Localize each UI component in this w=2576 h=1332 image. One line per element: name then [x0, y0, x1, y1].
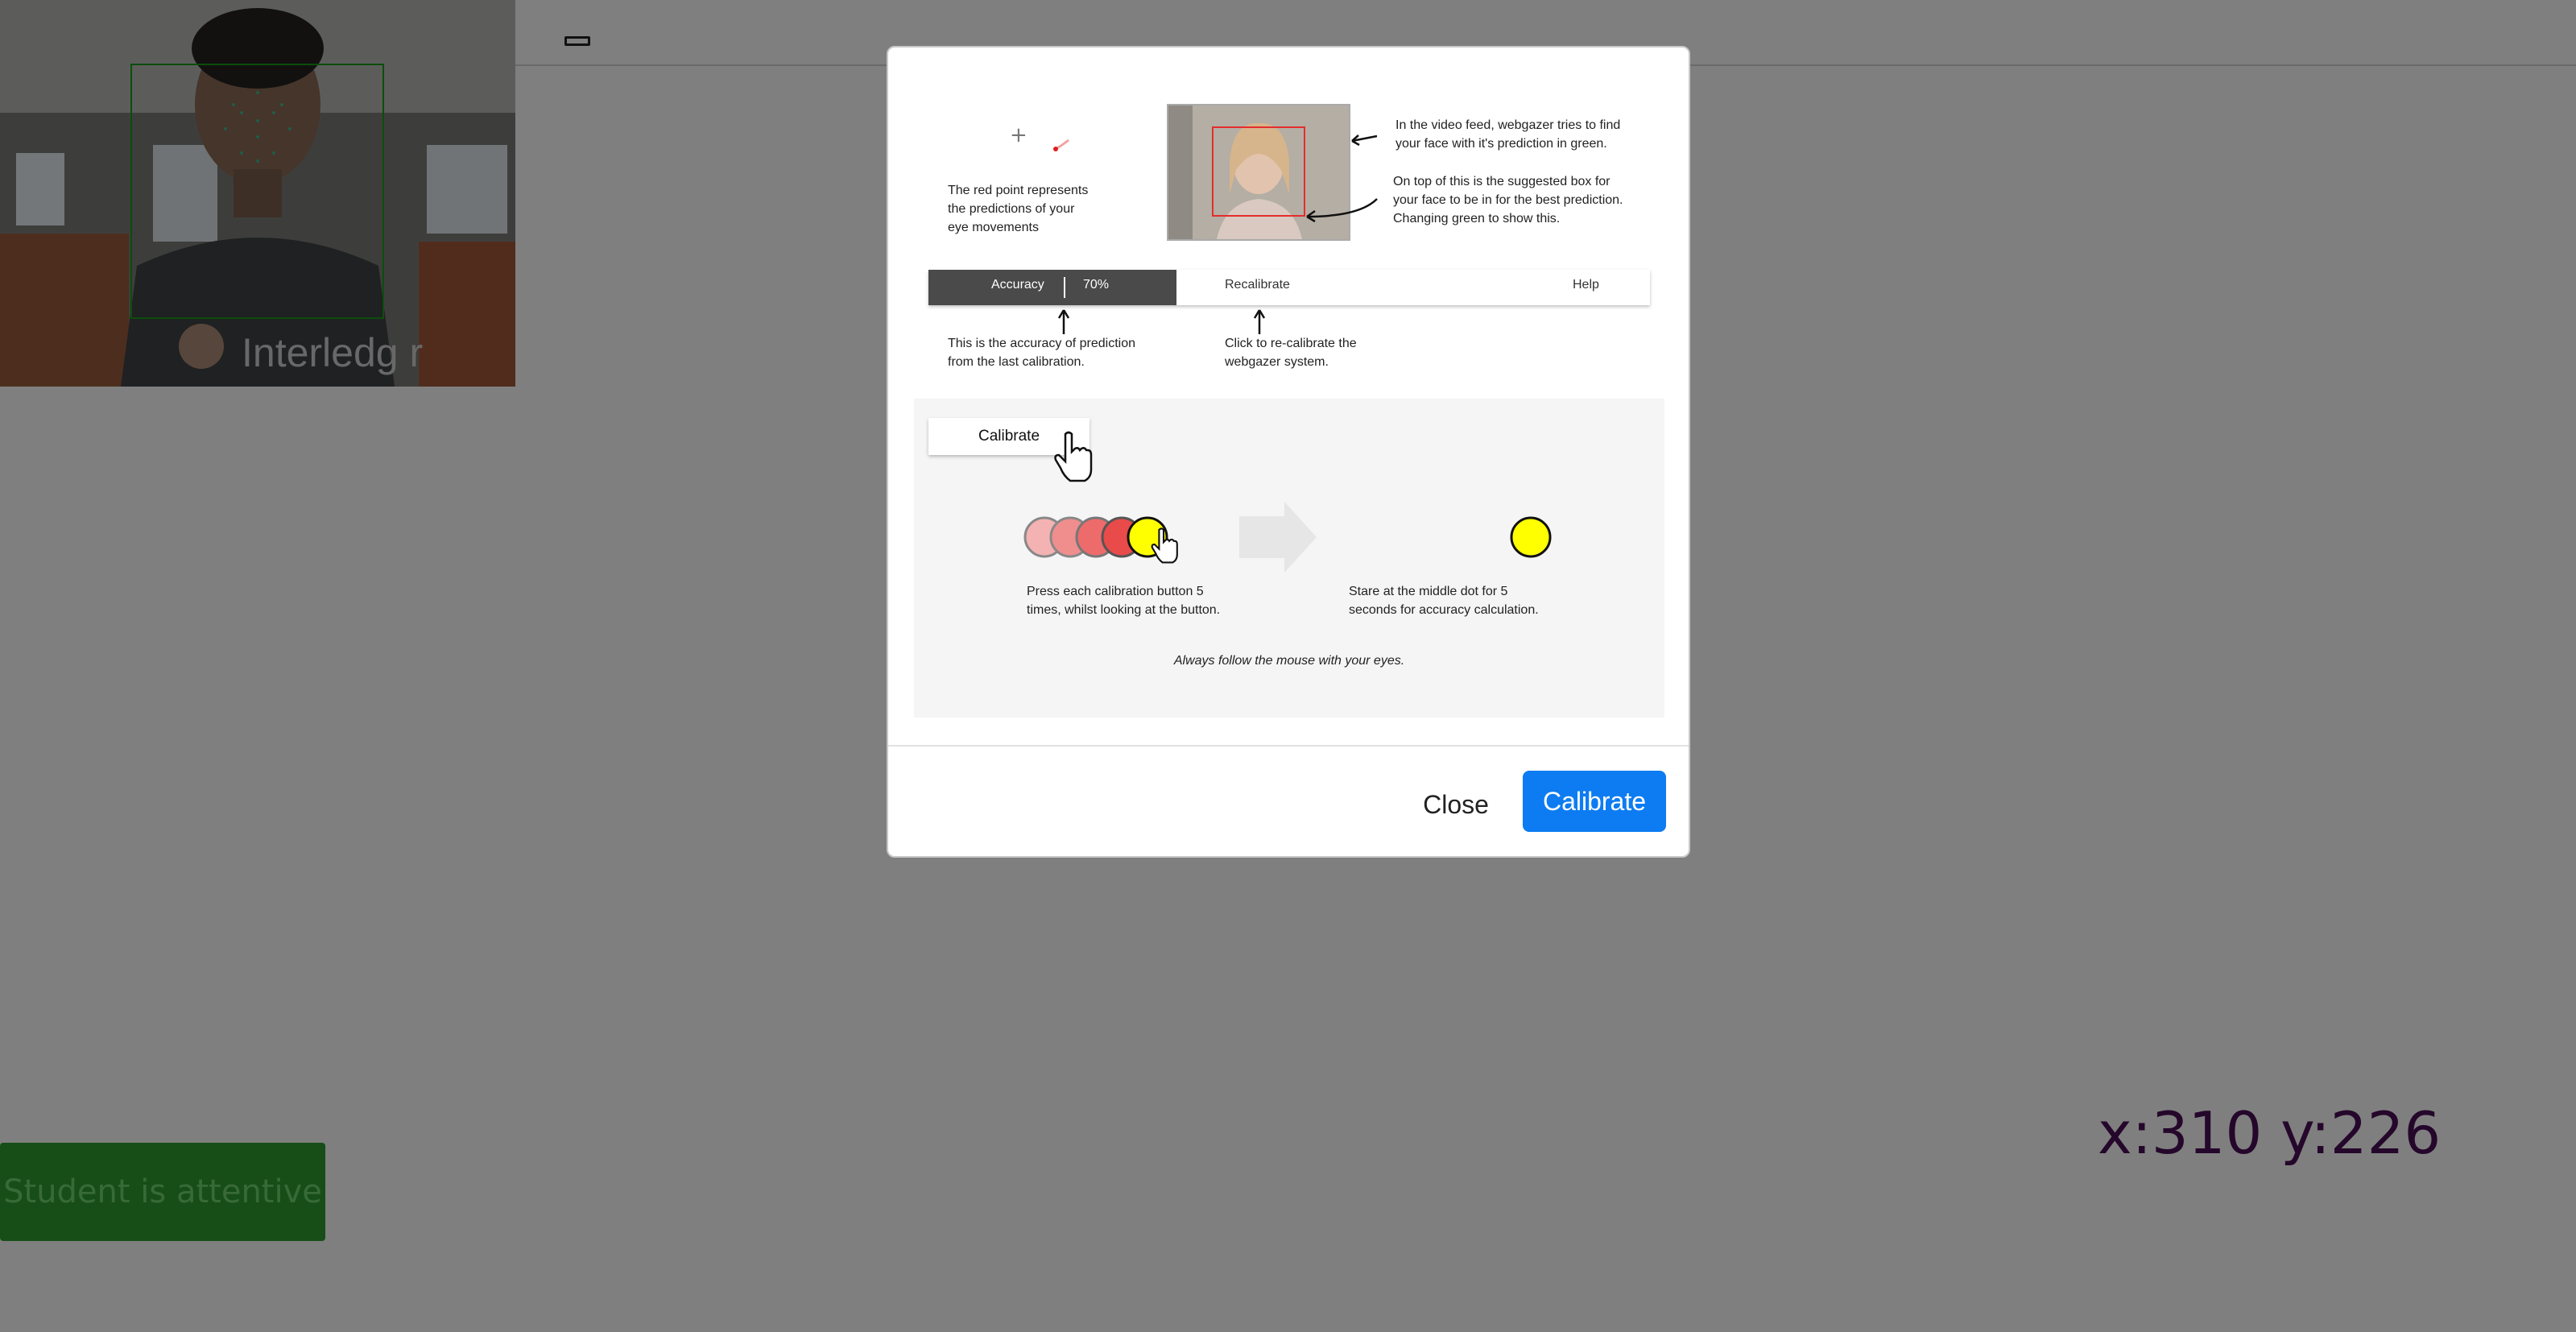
- modal-footer: Close Calibrate: [888, 745, 1689, 856]
- sample-video-feed: [1167, 104, 1350, 241]
- calibration-modal: + The red point represents the predictio…: [887, 46, 1690, 858]
- sample-recalibrate-label: Recalibrate: [1225, 278, 1290, 292]
- pointer-hand-icon: [1054, 431, 1093, 482]
- calibrate-button[interactable]: Calibrate: [1523, 771, 1666, 832]
- divider: [1064, 277, 1065, 298]
- sample-help-label: Help: [1573, 278, 1599, 292]
- accuracy-description: This is the accuracy of prediction from …: [948, 337, 1135, 369]
- arrow-icon: [1351, 134, 1378, 143]
- recalibrate-description: Click to re-calibrate the webgazer syste…: [1225, 337, 1357, 369]
- arrow-icon: [1239, 502, 1317, 573]
- suggested-box-description: On top of this is the suggested box for …: [1393, 175, 1623, 225]
- press-buttons-description: Press each calibration button 5 times, w…: [1027, 585, 1221, 617]
- accuracy-dot: [1510, 516, 1552, 558]
- red-point-description: The red point represents the predictions…: [948, 184, 1089, 234]
- sample-stats-bar: Accuracy 70% Recalibrate Help: [928, 270, 1650, 305]
- accuracy-label: Accuracy: [991, 278, 1044, 292]
- accuracy-value: 70%: [1083, 278, 1110, 292]
- sample-accuracy-indicator: Accuracy 70%: [928, 270, 1176, 305]
- crosshair-icon: +: [1010, 123, 1028, 147]
- follow-mouse-note: Always follow the mouse with your eyes.: [1173, 654, 1405, 668]
- close-button[interactable]: Close: [1416, 787, 1496, 822]
- suggested-face-box: [1212, 126, 1305, 217]
- video-feed-description: In the video feed, webgazer tries to fin…: [1396, 118, 1621, 151]
- calibration-instructions-panel: Calibrate Press each calibration button …: [914, 399, 1664, 718]
- red-prediction-point-icon: [1053, 139, 1069, 151]
- stare-description: Stare at the middle dot for 5 seconds fo…: [1349, 585, 1539, 617]
